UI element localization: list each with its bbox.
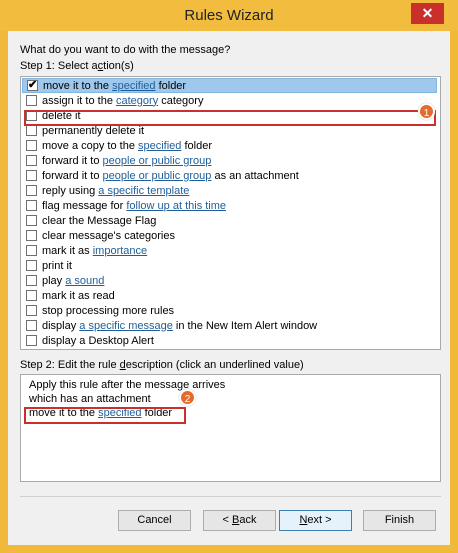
title-bar[interactable]: Rules Wizard ✕ [0,0,458,31]
prompt-text: What do you want to do with the message? [20,44,231,56]
action-link[interactable]: specified [112,80,155,92]
action-label: clear message's categories [42,229,175,242]
action-item[interactable]: flag message for follow up at this time [22,198,437,213]
action-link[interactable]: specified [138,140,181,152]
action-item[interactable]: move a copy to the specified folder [22,138,437,153]
callout-badge-1: 1 [418,103,435,120]
next-label-post: ext > [307,514,332,526]
action-label: move it to the specified folder [43,79,187,92]
action-item[interactable]: clear message's categories [22,228,437,243]
action-item[interactable]: permanently delete it [22,123,437,138]
action-item[interactable]: display a Desktop Alert [22,333,437,348]
action-item[interactable]: forward it to people or public group [22,153,437,168]
action-checkbox[interactable] [26,320,37,331]
action-link[interactable]: follow up at this time [126,200,226,212]
action-label: reply using a specific template [42,184,190,197]
step2-label-post: escription (click an underlined value) [125,359,304,371]
action-list[interactable]: display a Desktop Alert display a specifi… [20,76,441,350]
description-link[interactable]: specified [98,407,141,419]
action-label: play a sound [42,274,105,287]
action-label: permanently delete it [42,124,145,137]
description-line: which has an attachment [29,393,151,405]
action-item[interactable]: mark it as read [22,288,437,303]
action-checkbox[interactable] [26,335,37,346]
action-item[interactable]: forward it to people or public group as … [22,168,437,183]
description-line: move it to the specified folder [29,407,173,419]
action-link[interactable]: people or public group [103,170,212,182]
action-item[interactable]: display a specific message in the New It… [22,318,437,333]
action-item[interactable]: ✔ move it to the specified folder [22,78,437,93]
step1-label-post: tion(s) [103,60,134,72]
action-label: mark it as importance [42,244,148,257]
action-checkbox[interactable] [26,260,37,271]
action-checkbox[interactable] [26,185,37,196]
action-link[interactable]: people or public group [103,155,212,167]
action-label: display a Desktop Alert [42,334,154,347]
action-label: mark it as read [42,289,115,302]
step1-label: Step 1: Select action(s) [20,60,134,72]
back-button[interactable]: < Back [203,510,276,531]
separator [20,496,441,497]
action-item[interactable]: clear the Message Flag [22,213,437,228]
action-checkbox[interactable] [26,140,37,151]
action-label: move a copy to the specified folder [42,139,212,152]
back-label-post: ack [239,514,257,526]
rules-wizard-window: Rules Wizard ✕ What do you want to do wi… [0,0,458,553]
action-link[interactable]: a specific template [98,185,189,197]
dialog-client-area: What do you want to do with the message?… [8,31,450,545]
action-checkbox[interactable] [26,275,37,286]
action-checkbox[interactable] [26,95,37,106]
step2-label-pre: Step 2: Edit the rule [20,359,120,371]
close-button[interactable]: ✕ [411,3,444,24]
action-label: assign it to the category category [42,94,204,107]
action-checkbox[interactable] [26,305,37,316]
action-checkbox[interactable] [26,155,37,166]
action-label: print it [42,259,72,272]
action-checkbox[interactable] [26,110,37,121]
action-item[interactable]: print it [22,258,437,273]
action-checkbox[interactable] [26,215,37,226]
cancel-button[interactable]: Cancel [118,510,191,531]
back-label-pre: < [222,514,232,526]
action-item[interactable]: play a sound [22,273,437,288]
step2-label: Step 2: Edit the rule description (click… [20,359,304,371]
action-label: delete it [42,109,81,122]
action-checkbox[interactable] [26,200,37,211]
action-checkbox[interactable] [26,170,37,181]
action-checkbox[interactable] [26,290,37,301]
action-link[interactable]: a specific message [79,320,173,332]
action-item[interactable]: delete it [22,108,437,123]
action-checkbox[interactable] [26,245,37,256]
action-item[interactable]: stop processing more rules [22,303,437,318]
action-link[interactable]: category [116,95,158,107]
action-label: clear the Message Flag [42,214,157,227]
action-label: display a specific message in the New It… [42,319,318,332]
next-button[interactable]: Next > [279,510,352,531]
action-label: forward it to people or public group as … [42,169,299,182]
finish-button[interactable]: Finish [363,510,436,531]
window-title: Rules Wizard [184,7,274,24]
action-item[interactable]: reply using a specific template [22,183,437,198]
action-label: forward it to people or public group [42,154,212,167]
action-item[interactable]: assign it to the category category [22,93,437,108]
action-label: flag message for follow up at this time [42,199,227,212]
action-item[interactable]: mark it as importance [22,243,437,258]
close-icon: ✕ [421,5,434,21]
action-label: stop processing more rules [42,304,175,317]
checkmark-icon[interactable]: ✔ [27,80,38,91]
action-checkbox[interactable] [26,125,37,136]
description-line: Apply this rule after the message arrive… [29,379,226,391]
callout-badge-2: 2 [179,389,196,406]
rule-description-box[interactable]: move it to the specified folder which has… [20,374,441,482]
step1-label-pre: Step 1: Select a [20,60,98,72]
action-checkbox[interactable] [26,230,37,241]
action-link[interactable]: importance [93,245,147,257]
action-link[interactable]: a sound [65,275,104,287]
